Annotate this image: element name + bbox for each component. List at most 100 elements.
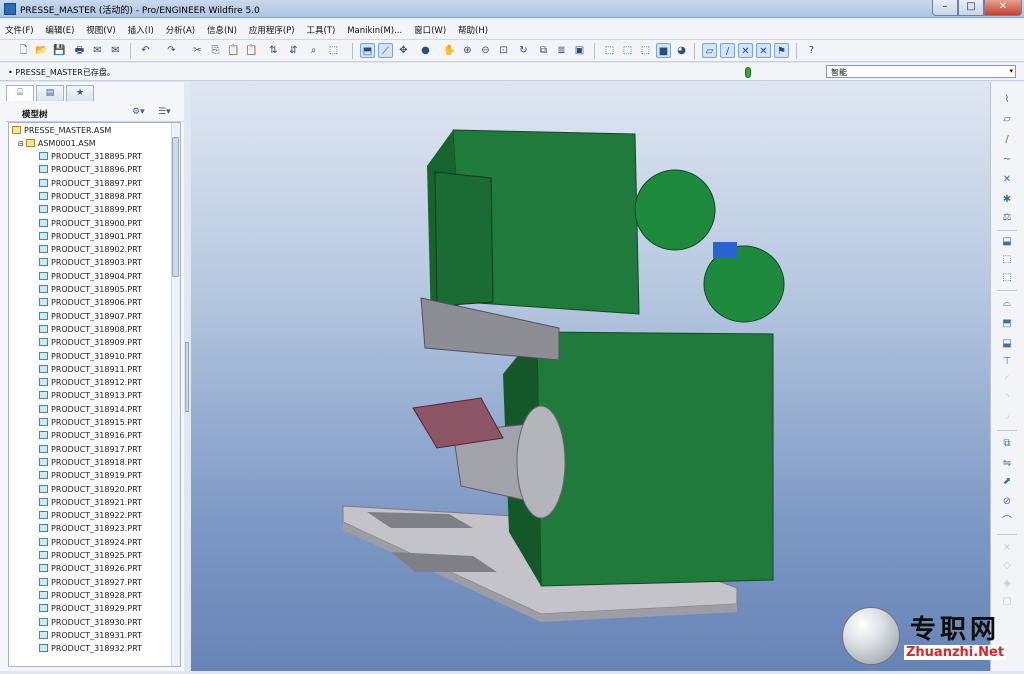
tree-part-node[interactable]: PRODUCT_318913.PRT bbox=[39, 389, 142, 402]
press-model-3d[interactable] bbox=[191, 82, 990, 671]
save-icon[interactable]: 💾 bbox=[52, 43, 67, 58]
menu-edit[interactable]: 编辑(E) bbox=[40, 19, 78, 36]
panel-splitter[interactable] bbox=[184, 82, 190, 671]
tree-part-node[interactable]: PRODUCT_318929.PRT bbox=[39, 602, 142, 615]
revolve-icon[interactable]: ⬓ bbox=[999, 336, 1015, 352]
open-file-icon[interactable]: 📂 bbox=[34, 43, 49, 58]
datum-planes-icon[interactable]: ▱ bbox=[702, 43, 717, 58]
copy-icon[interactable]: ⎘ bbox=[208, 43, 223, 58]
tree-root-assembly[interactable]: PRESSE_MASTER.ASM bbox=[12, 124, 111, 137]
extrude-cut-icon[interactable]: ⬒ bbox=[999, 316, 1015, 332]
scrollbar-thumb[interactable] bbox=[172, 137, 179, 277]
new-file-icon[interactable]: 🗋 bbox=[16, 43, 31, 58]
paste-special-icon[interactable]: 📋 bbox=[244, 43, 259, 58]
sketch-icon[interactable]: ⌇ bbox=[999, 92, 1015, 108]
find-icon[interactable]: ⌕ bbox=[306, 43, 321, 58]
analysis-icon[interactable]: ⚖ bbox=[999, 210, 1015, 226]
chamfer-icon[interactable]: ◝ bbox=[999, 390, 1015, 406]
annotation-display-icon[interactable]: ⚑ bbox=[774, 43, 789, 58]
tree-part-node[interactable]: PRODUCT_318932.PRT bbox=[39, 642, 142, 655]
hidden-line-icon[interactable]: ⬚ bbox=[620, 43, 635, 58]
menu-tools[interactable]: 工具(T) bbox=[301, 19, 339, 36]
tree-part-node[interactable]: PRODUCT_318915.PRT bbox=[39, 416, 142, 429]
tree-part-node[interactable]: PRODUCT_318920.PRT bbox=[39, 483, 142, 496]
paste-icon[interactable]: 📋 bbox=[226, 43, 241, 58]
round-icon[interactable]: ◜ bbox=[999, 372, 1015, 388]
tree-part-node[interactable]: PRODUCT_318926.PRT bbox=[39, 562, 142, 575]
context-help-icon[interactable]: ? bbox=[804, 43, 819, 58]
tree-part-node[interactable]: PRODUCT_318928.PRT bbox=[39, 589, 142, 602]
tree-part-node[interactable]: PRODUCT_318898.PRT bbox=[39, 190, 142, 203]
shade-icon[interactable]: ● bbox=[418, 43, 433, 58]
menu-insert[interactable]: 插入(I) bbox=[123, 19, 158, 36]
refit-icon[interactable]: ⬒ bbox=[360, 43, 375, 58]
tree-part-node[interactable]: PRODUCT_318912.PRT bbox=[39, 376, 142, 389]
offset-icon[interactable]: ⊘ bbox=[999, 494, 1015, 510]
menu-info[interactable]: 信息(N) bbox=[202, 19, 241, 36]
csys-icon[interactable]: ✱ bbox=[999, 192, 1015, 208]
tree-part-node[interactable]: PRODUCT_318914.PRT bbox=[39, 403, 142, 416]
tree-part-node[interactable]: PRODUCT_318899.PRT bbox=[39, 203, 142, 216]
minimize-button[interactable]: – bbox=[932, 0, 958, 16]
tree-part-node[interactable]: PRODUCT_318900.PRT bbox=[39, 217, 142, 230]
spin-center-icon[interactable]: ✥ bbox=[396, 43, 411, 58]
tree-part-node[interactable]: PRODUCT_318904.PRT bbox=[39, 270, 142, 283]
redo-icon[interactable]: ↷ bbox=[164, 43, 179, 58]
pan-icon[interactable]: ✋ bbox=[442, 43, 457, 58]
tree-settings-icon[interactable]: ⚙▾ bbox=[132, 107, 145, 117]
regen-manager-icon[interactable]: ⇵ bbox=[286, 43, 301, 58]
close-button[interactable]: ✕ bbox=[984, 0, 1022, 16]
coordinate-system-icon[interactable]: ✕ bbox=[756, 43, 771, 58]
graphics-window[interactable] bbox=[191, 82, 990, 671]
component-icon[interactable]: ⬓ bbox=[999, 234, 1015, 250]
shell-icon[interactable]: ◞ bbox=[999, 408, 1015, 424]
favorites-tab-icon[interactable]: ★ bbox=[66, 85, 94, 101]
trim-icon[interactable]: ◇ bbox=[999, 558, 1015, 574]
intersect-icon[interactable]: ⨯ bbox=[999, 540, 1015, 556]
menu-manikin[interactable]: Manikin(M)... bbox=[342, 21, 406, 36]
mirror-icon[interactable]: ⇋ bbox=[999, 456, 1015, 472]
tree-part-node[interactable]: PRODUCT_318924.PRT bbox=[39, 536, 142, 549]
appearance-icon[interactable]: ◕ bbox=[674, 43, 689, 58]
tree-part-node[interactable]: PRODUCT_318922.PRT bbox=[39, 509, 142, 522]
layers-icon[interactable]: ≣ bbox=[554, 43, 569, 58]
datum-curve-icon[interactable]: ~ bbox=[999, 152, 1015, 168]
tree-part-node[interactable]: PRODUCT_318896.PRT bbox=[39, 163, 142, 176]
tree-part-node[interactable]: PRODUCT_318925.PRT bbox=[39, 549, 142, 562]
collapse-icon[interactable]: ⊟ bbox=[18, 140, 24, 148]
undo-icon[interactable]: ↶ bbox=[138, 43, 153, 58]
datum-axis-icon[interactable]: / bbox=[999, 132, 1015, 148]
hole-icon[interactable]: ⌓ bbox=[999, 296, 1015, 312]
tree-part-node[interactable]: PRODUCT_318902.PRT bbox=[39, 243, 142, 256]
shading-mode-icon[interactable]: ■ bbox=[656, 43, 671, 58]
tree-show-icon[interactable]: ☰▾ bbox=[158, 107, 171, 117]
print-icon[interactable]: 🖶 bbox=[72, 43, 87, 58]
datum-point-icon[interactable]: ✕ bbox=[999, 172, 1015, 188]
datum-plane-icon[interactable]: ▱ bbox=[999, 112, 1015, 128]
selection-box-icon[interactable]: ⬚ bbox=[326, 43, 341, 58]
create-component-icon[interactable]: ⬚ bbox=[999, 270, 1015, 286]
cut-icon[interactable]: ✂ bbox=[190, 43, 205, 58]
zoom-fit-icon[interactable]: ⊡ bbox=[496, 43, 511, 58]
merge-icon[interactable]: ⬈ bbox=[999, 474, 1015, 490]
datum-points-icon[interactable]: ✕ bbox=[738, 43, 753, 58]
splitter-grip[interactable] bbox=[185, 342, 189, 412]
tree-part-node[interactable]: PRODUCT_318905.PRT bbox=[39, 283, 142, 296]
tree-part-node[interactable]: PRODUCT_318909.PRT bbox=[39, 336, 142, 349]
menu-analysis[interactable]: 分析(A) bbox=[161, 19, 199, 36]
datum-axes-icon[interactable]: / bbox=[720, 43, 735, 58]
tree-part-node[interactable]: PRODUCT_318895.PRT bbox=[39, 150, 142, 163]
tree-part-node[interactable]: PRODUCT_318919.PRT bbox=[39, 469, 142, 482]
tree-part-node[interactable]: PRODUCT_318901.PRT bbox=[39, 230, 142, 243]
zoom-in-icon[interactable]: ⊕ bbox=[460, 43, 475, 58]
model-tree-tab-icon[interactable]: ⌸ bbox=[6, 85, 34, 101]
selection-filter-select[interactable]: 智能 ▾ bbox=[826, 65, 1016, 78]
tree-part-node[interactable]: PRODUCT_318916.PRT bbox=[39, 429, 142, 442]
assemble-icon[interactable]: ⬚ bbox=[999, 252, 1015, 268]
tree-part-node[interactable]: PRODUCT_318903.PRT bbox=[39, 256, 142, 269]
email-link-icon[interactable]: ✉ bbox=[108, 43, 123, 58]
thicken-icon[interactable]: ⌒ bbox=[999, 514, 1015, 530]
tree-part-node[interactable]: PRODUCT_318917.PRT bbox=[39, 443, 142, 456]
menu-view[interactable]: 视图(V) bbox=[81, 19, 119, 36]
menu-window[interactable]: 窗口(W) bbox=[409, 19, 450, 36]
